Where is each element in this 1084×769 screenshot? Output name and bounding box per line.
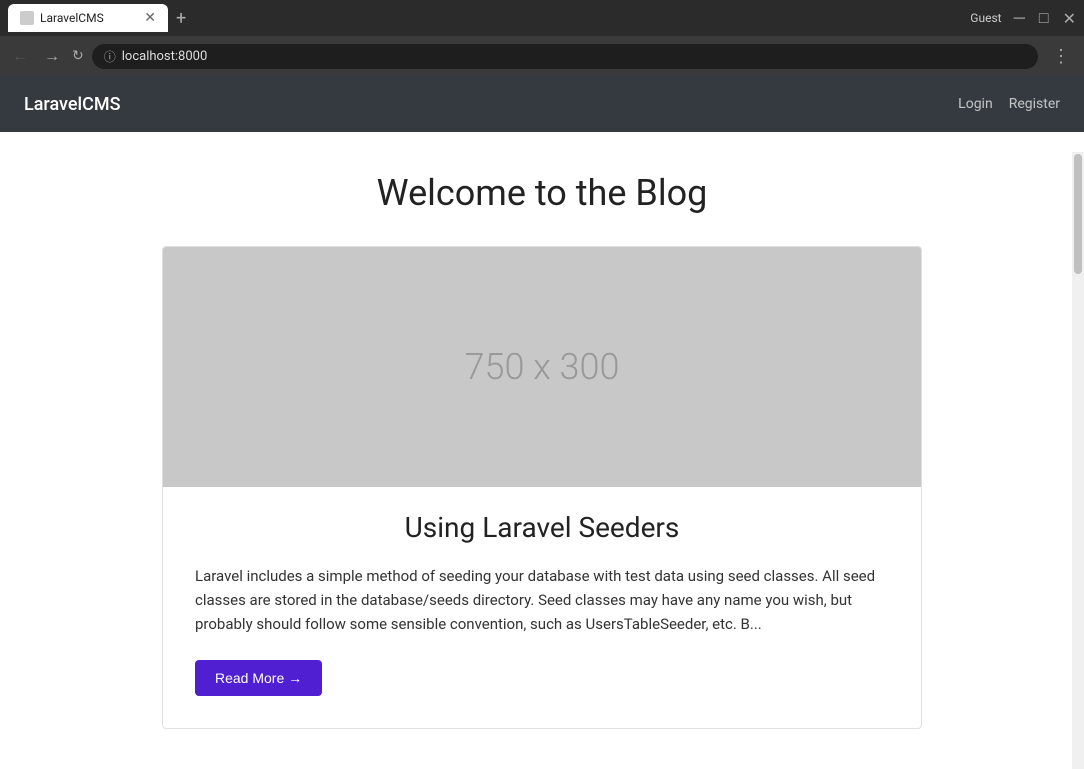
browser-menu-button[interactable]: ⋮ xyxy=(1046,44,1076,69)
nav-links: Login Register xyxy=(958,96,1060,112)
new-tab-button[interactable]: + xyxy=(176,8,186,29)
address-bar: ← → ↻ ⓘ localhost:8000 ⋮ xyxy=(0,36,1084,76)
blog-card-image: 750 x 300 xyxy=(163,247,921,487)
secure-icon: ⓘ xyxy=(104,48,116,65)
forward-button[interactable]: → xyxy=(40,44,64,68)
post-excerpt: Laravel includes a simple method of seed… xyxy=(195,564,889,636)
app-navbar: LaravelCMS Login Register xyxy=(0,76,1084,132)
tab-close-icon[interactable]: ✕ xyxy=(144,10,156,26)
close-icon[interactable]: ✕ xyxy=(1063,9,1076,28)
blog-card-body: Using Laravel Seeders Laravel includes a… xyxy=(163,487,921,728)
app-brand[interactable]: LaravelCMS xyxy=(24,94,120,115)
blog-card: 750 x 300 Using Laravel Seeders Laravel … xyxy=(162,246,922,729)
register-link[interactable]: Register xyxy=(1009,96,1060,112)
url-field[interactable]: ⓘ localhost:8000 xyxy=(92,44,1038,69)
main-content: Welcome to the Blog 750 x 300 Using Lara… xyxy=(142,132,942,769)
post-title: Using Laravel Seeders xyxy=(195,511,889,544)
scrollbar[interactable] xyxy=(1072,152,1084,769)
read-more-button[interactable]: Read More → xyxy=(195,660,322,696)
refresh-button[interactable]: ↻ xyxy=(72,48,84,64)
tab-title: LaravelCMS xyxy=(40,11,136,25)
back-button[interactable]: ← xyxy=(8,44,32,68)
page-title: Welcome to the Blog xyxy=(162,172,922,214)
browser-tab[interactable]: LaravelCMS ✕ xyxy=(8,4,168,32)
window-controls: ─ □ ✕ xyxy=(1014,8,1076,28)
login-link[interactable]: Login xyxy=(958,96,993,112)
image-placeholder-text: 750 x 300 xyxy=(465,346,620,388)
minimize-icon[interactable]: ─ xyxy=(1014,8,1025,28)
tab-favicon xyxy=(20,11,34,25)
guest-label: Guest xyxy=(970,11,1001,25)
maximize-icon[interactable]: □ xyxy=(1039,8,1049,28)
scrollbar-thumb[interactable] xyxy=(1074,154,1082,274)
url-text: localhost:8000 xyxy=(122,49,208,64)
